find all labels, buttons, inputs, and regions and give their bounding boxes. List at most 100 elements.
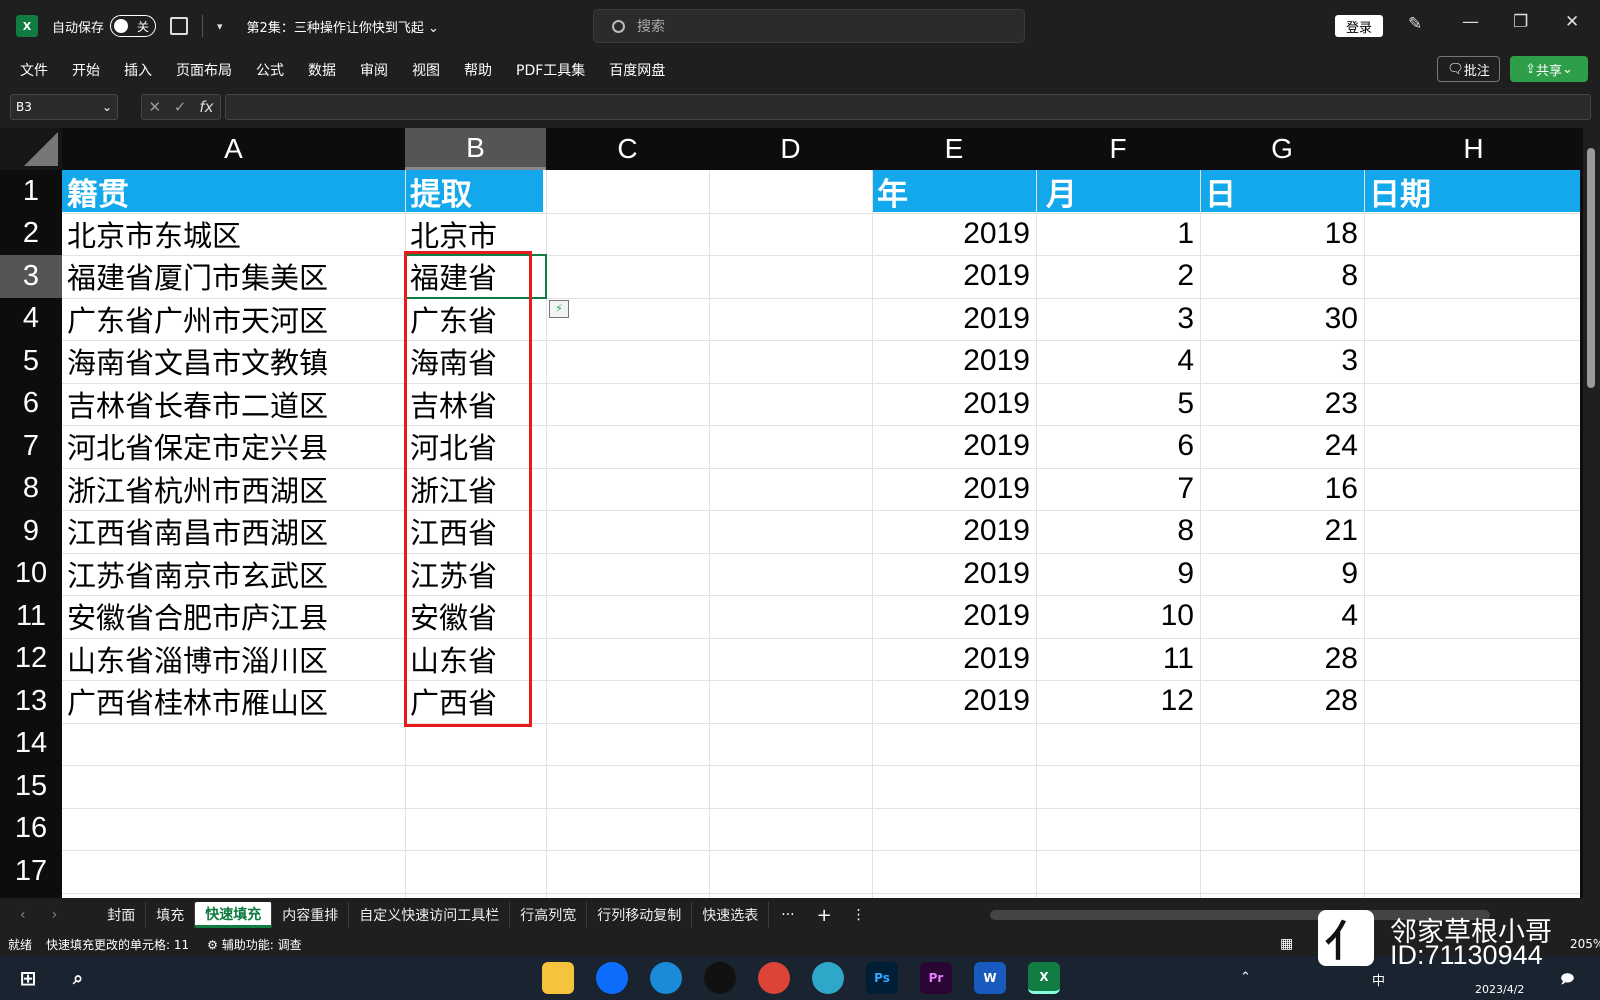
menu-insert[interactable]: 插入 [124,60,152,80]
normal-view-icon[interactable]: ▦ [1280,936,1293,952]
cell-e9[interactable]: 2019 [872,510,1036,553]
app-icon[interactable] [596,962,628,994]
cell-g6[interactable]: 23 [1200,383,1364,426]
excel-taskbar-icon[interactable]: X [1028,962,1060,994]
cell-e11[interactable]: 2019 [872,595,1036,638]
menu-page-layout[interactable]: 页面布局 [176,60,232,80]
cell-a10[interactable]: 江苏省南京市玄武区 [62,553,405,596]
column-header-a[interactable]: A [62,128,405,170]
premiere-icon[interactable]: Pr [920,962,952,994]
cell-f11[interactable]: 10 [1036,595,1200,638]
row-header-3[interactable]: 3 [0,255,62,298]
search-box[interactable]: 搜索 [593,9,1025,43]
edge-dev-icon[interactable] [812,962,844,994]
menu-view[interactable]: 视图 [412,60,440,80]
cell-f1[interactable]: 月 [1036,170,1200,213]
word-icon[interactable]: W [974,962,1006,994]
column-header-b[interactable]: B [405,128,546,170]
add-sheet-button[interactable]: + [817,905,832,926]
cell-f3[interactable]: 2 [1036,255,1200,298]
tab-cover[interactable]: 封面 [97,902,147,928]
column-header-g[interactable]: G [1200,128,1364,170]
cell-b2[interactable]: 北京市 [405,213,546,256]
autosave-toggle[interactable]: 关 [110,15,157,37]
close-icon[interactable]: ✕ [1565,12,1579,32]
document-title[interactable]: 第2集：三种操作让你快到飞起 ⌄ [247,17,439,36]
save-icon[interactable] [170,17,189,35]
column-header-e[interactable]: E [872,128,1036,170]
cell-a11[interactable]: 安徽省合肥市庐江县 [62,595,405,638]
accessibility-status[interactable]: ⚙ 辅助功能: 调查 [207,936,301,953]
cell-g2[interactable]: 18 [1200,213,1364,256]
more-tabs-button[interactable]: ··· [781,907,794,923]
photoshop-icon[interactable]: Ps [866,962,898,994]
select-all-button[interactable] [0,128,62,170]
tray-expand-icon[interactable]: ⌃ [1240,970,1251,985]
tab-quick-select[interactable]: 快速选表 [692,902,770,928]
cell-g9[interactable]: 21 [1200,510,1364,553]
tab-scroll-left-icon[interactable]: ‹ [20,907,26,923]
row-header-8[interactable]: 8 [0,468,62,511]
cell-f12[interactable]: 11 [1036,638,1200,681]
cell-a7[interactable]: 河北省保定市定兴县 [62,425,405,468]
cell-a5[interactable]: 海南省文昌市文教镇 [62,340,405,383]
cell-e8[interactable]: 2019 [872,468,1036,511]
comments-button[interactable]: 🗨 批注 [1437,56,1500,82]
row-header-13[interactable]: 13 [0,680,62,723]
cell-g11[interactable]: 4 [1200,595,1364,638]
customize-qat-icon[interactable]: ▾ [217,20,223,33]
cell-e10[interactable]: 2019 [872,553,1036,596]
cell-f5[interactable]: 4 [1036,340,1200,383]
cell-a3[interactable]: 福建省厦门市集美区 [62,255,405,298]
row-header-4[interactable]: 4 [0,298,62,341]
cell-f4[interactable]: 3 [1036,298,1200,341]
menu-file[interactable]: 文件 [20,60,48,80]
menu-review[interactable]: 审阅 [360,60,388,80]
row-header-16[interactable]: 16 [0,808,62,851]
tab-row-height[interactable]: 行高列宽 [510,902,588,928]
cancel-icon[interactable]: ✕ [148,98,161,116]
insert-function-icon[interactable]: fx [199,98,213,116]
cell-e6[interactable]: 2019 [872,383,1036,426]
cell-g3[interactable]: 8 [1200,255,1364,298]
cell-a2[interactable]: 北京市东城区 [62,213,405,256]
cell-g10[interactable]: 9 [1200,553,1364,596]
menu-help[interactable]: 帮助 [464,60,492,80]
cell-e13[interactable]: 2019 [872,680,1036,723]
menu-baidu-netdisk[interactable]: 百度网盘 [609,60,665,80]
row-header-15[interactable]: 15 [0,765,62,808]
cell-e1[interactable]: 年 [872,170,1036,213]
cell-f9[interactable]: 8 [1036,510,1200,553]
cell-f7[interactable]: 6 [1036,425,1200,468]
row-header-2[interactable]: 2 [0,213,62,256]
cell-f6[interactable]: 5 [1036,383,1200,426]
cell-e5[interactable]: 2019 [872,340,1036,383]
row-header-5[interactable]: 5 [0,340,62,383]
row-header-7[interactable]: 7 [0,425,62,468]
chrome-icon[interactable] [758,962,790,994]
cell-b1[interactable]: 提取 [405,170,546,213]
formula-input[interactable] [225,94,1591,120]
menu-data[interactable]: 数据 [308,60,336,80]
cell-e3[interactable]: 2019 [872,255,1036,298]
cell-e4[interactable]: 2019 [872,298,1036,341]
notifications-icon[interactable]: 🗩 [1560,970,1574,992]
row-header-9[interactable]: 9 [0,510,62,553]
column-header-f[interactable]: F [1036,128,1200,170]
cell-a9[interactable]: 江西省南昌市西湖区 [62,510,405,553]
menu-formulas[interactable]: 公式 [256,60,284,80]
tab-custom-qat[interactable]: 自定义快速访问工具栏 [349,902,511,928]
name-box[interactable]: B3 ⌄ [10,94,118,120]
cell-a4[interactable]: 广东省广州市天河区 [62,298,405,341]
tab-reflow[interactable]: 内容重排 [272,902,350,928]
vertical-scrollbar[interactable] [1583,128,1600,898]
windows-start-icon[interactable]: ⊞ [12,962,44,994]
cell-a12[interactable]: 山东省淄博市淄川区 [62,638,405,681]
cell-a8[interactable]: 浙江省杭州市西湖区 [62,468,405,511]
cell-g1[interactable]: 日 [1200,170,1364,213]
enter-icon[interactable]: ✓ [174,98,187,116]
row-header-14[interactable]: 14 [0,723,62,766]
cell-h1[interactable]: 日期 [1364,170,1583,213]
restore-icon[interactable]: ❐ [1513,12,1528,32]
tab-options-icon[interactable]: ⋮ [852,907,866,923]
